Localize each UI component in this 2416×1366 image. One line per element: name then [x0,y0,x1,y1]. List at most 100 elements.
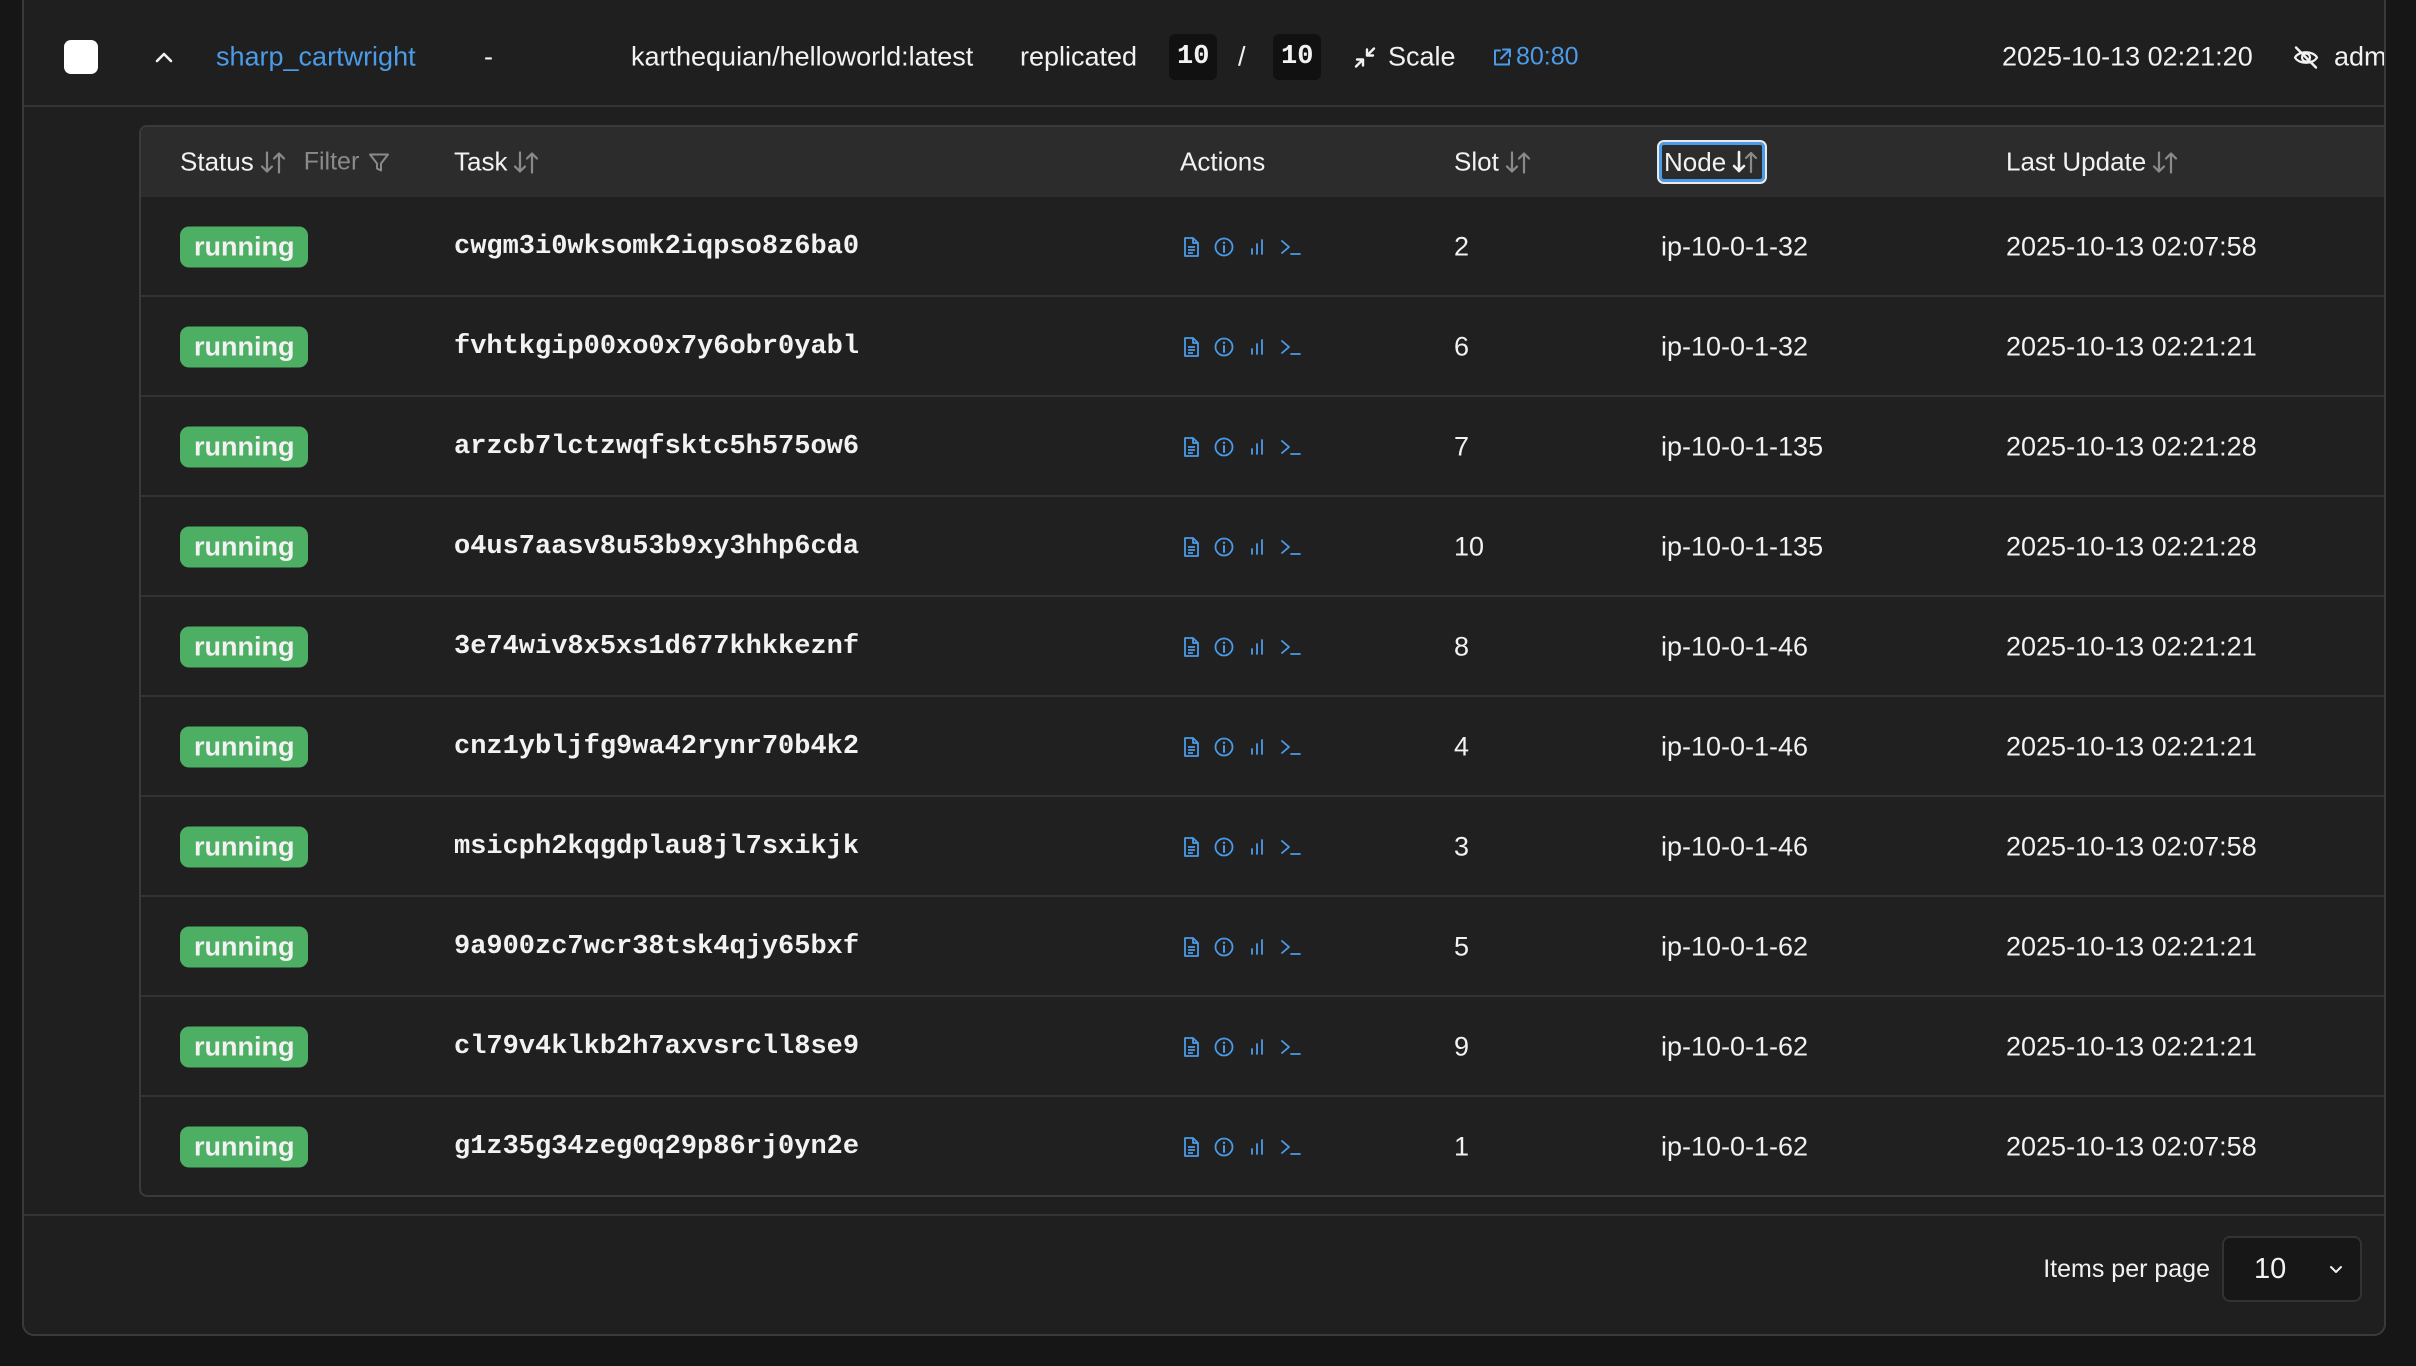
task-node: ip-10-0-1-62 [1661,931,1809,962]
table-row: running cwgm3i0wksomk2iqpso8z6ba0 2 ip-1… [141,197,2384,297]
column-header-last-update[interactable]: Last Update [2006,147,2180,178]
logs-icon[interactable] [1180,1036,1202,1058]
status-badge: running [180,926,309,968]
row-actions [1180,236,1301,258]
filter-icon [369,153,390,171]
column-header-slot[interactable]: Slot [1454,147,1533,178]
logs-icon[interactable] [1180,536,1202,558]
service-name-link[interactable]: sharp_cartwright [216,42,416,73]
console-icon[interactable] [1279,736,1301,758]
info-icon[interactable] [1213,1136,1235,1158]
column-header-node[interactable]: Node [1656,140,1768,184]
task-id-link[interactable]: 3e74wiv8x5xs1d677khkkeznf [454,632,859,662]
task-id-link[interactable]: fvhtkgip00xo0x7y6obr0yabl [454,332,859,362]
stats-icon[interactable] [1246,736,1268,758]
items-per-page-label: Items per page [2043,1254,2210,1283]
task-id-link[interactable]: cl79v4klkb2h7axvsrcll8se9 [454,1032,859,1062]
task-id-link[interactable]: cwgm3i0wksomk2iqpso8z6ba0 [454,232,859,262]
sort-icon[interactable] [1503,148,1533,176]
console-icon[interactable] [1279,336,1301,358]
sort-icon[interactable] [511,148,541,176]
eye-off-icon[interactable] [2292,43,2320,71]
info-icon[interactable] [1213,736,1235,758]
task-id-link[interactable]: 9a900zc7wcr38tsk4qjy65bxf [454,932,859,962]
stats-icon[interactable] [1246,1136,1268,1158]
console-icon[interactable] [1279,236,1301,258]
task-id-link[interactable]: cnz1ybljfg9wa42rynr70b4k2 [454,732,859,762]
sort-icon[interactable] [2150,148,2180,176]
console-icon[interactable] [1279,1136,1301,1158]
logs-icon[interactable] [1180,936,1202,958]
info-icon[interactable] [1213,636,1235,658]
info-icon[interactable] [1213,536,1235,558]
logs-icon[interactable] [1180,836,1202,858]
external-link-icon [1494,48,1511,65]
scale-button[interactable]: Scale [1352,42,1456,73]
sort-descending-icon[interactable] [1730,148,1760,176]
logs-icon[interactable] [1180,436,1202,458]
table-row: running g1z35g34zeg0q29p86rj0yn2e 1 ip-1… [141,1097,2384,1195]
task-node: ip-10-0-1-62 [1661,1031,1809,1062]
info-icon[interactable] [1213,836,1235,858]
stats-icon[interactable] [1246,836,1268,858]
task-id-link[interactable]: msicph2kqgdplau8jl7sxikjk [454,832,859,862]
stats-icon[interactable] [1246,236,1268,258]
console-icon[interactable] [1279,836,1301,858]
task-last-update: 2025-10-13 02:07:58 [2006,831,2257,862]
replicas-desired: 10 [1273,34,1322,80]
status-badge: running [180,626,309,668]
column-header-task[interactable]: Task [454,147,541,178]
table-body: running cwgm3i0wksomk2iqpso8z6ba0 2 ip-1… [141,197,2384,1195]
info-icon[interactable] [1213,936,1235,958]
items-per-page-select[interactable]: 10 [2222,1236,2362,1302]
logs-icon[interactable] [1180,336,1202,358]
row-actions [1180,736,1301,758]
stats-icon[interactable] [1246,336,1268,358]
task-last-update: 2025-10-13 02:21:21 [2006,931,2257,962]
column-header-actions: Actions [1180,147,1265,178]
task-last-update: 2025-10-13 02:07:58 [2006,231,2257,262]
logs-icon[interactable] [1180,736,1202,758]
task-id-link[interactable]: g1z35g34zeg0q29p86rj0yn2e [454,1132,859,1162]
task-last-update: 2025-10-13 02:21:21 [2006,631,2257,662]
logs-icon[interactable] [1180,236,1202,258]
replicas-separator: / [1238,41,1246,72]
info-icon[interactable] [1213,436,1235,458]
published-port: 80:80 [1516,42,1579,71]
sort-icon[interactable] [258,148,288,176]
status-filter-button[interactable]: Filter [304,148,392,177]
service-select-checkbox[interactable] [64,40,98,74]
service-owner: adm [2292,42,2384,73]
console-icon[interactable] [1279,436,1301,458]
logs-icon[interactable] [1180,636,1202,658]
table-row: running cl79v4klkb2h7axvsrcll8se9 9 ip-1… [141,997,2384,1097]
footer-divider [24,1214,2384,1216]
table-row: running o4us7aasv8u53b9xy3hhp6cda 10 ip-… [141,497,2384,597]
logs-icon[interactable] [1180,1136,1202,1158]
console-icon[interactable] [1279,936,1301,958]
published-port-link[interactable]: 80:80 [1490,43,1579,72]
filter-label: Filter [303,147,360,176]
console-icon[interactable] [1279,636,1301,658]
stats-icon[interactable] [1246,436,1268,458]
chevron-up-icon[interactable] [146,39,182,75]
stats-icon[interactable] [1246,536,1268,558]
info-icon[interactable] [1213,336,1235,358]
stats-icon[interactable] [1246,1036,1268,1058]
column-header-status[interactable]: Status Filter [180,147,391,178]
stats-icon[interactable] [1246,636,1268,658]
task-slot: 5 [1454,931,1470,962]
info-icon[interactable] [1213,1036,1235,1058]
console-icon[interactable] [1279,536,1301,558]
items-per-page-value: 10 [2254,1252,2287,1285]
info-icon[interactable] [1213,236,1235,258]
task-id-link[interactable]: o4us7aasv8u53b9xy3hhp6cda [454,532,859,562]
status-badge: running [180,526,309,568]
status-badge: running [180,326,309,368]
task-id-link[interactable]: arzcb7lctzwqfsktc5h575ow6 [454,432,859,462]
status-badge: running [180,226,309,268]
task-slot: 6 [1454,331,1470,362]
console-icon[interactable] [1279,1036,1301,1058]
scale-icon [1354,46,1376,68]
stats-icon[interactable] [1246,936,1268,958]
